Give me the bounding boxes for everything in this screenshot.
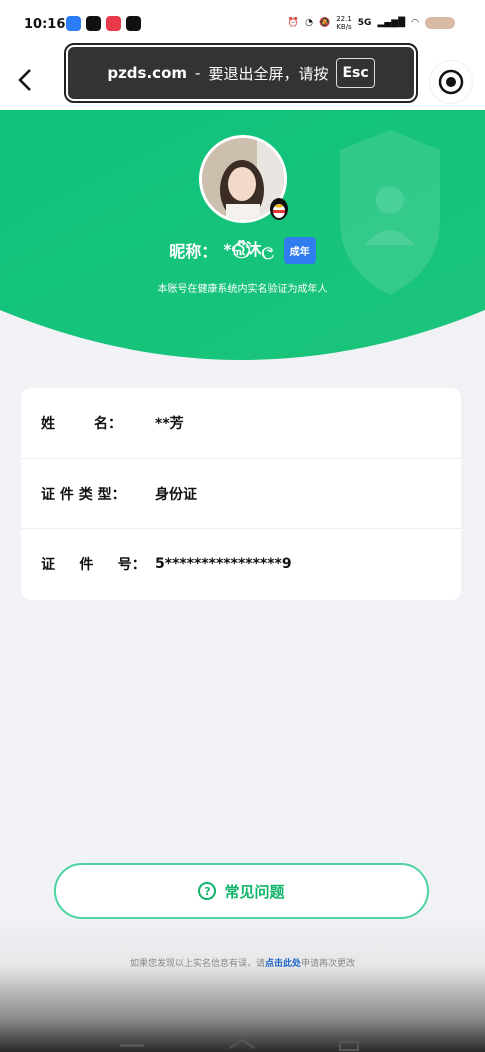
battery-icon: [425, 17, 455, 29]
faq-button[interactable]: ? 常见问题: [54, 863, 429, 919]
net-type: 5G: [357, 18, 372, 28]
toast-message: 要退出全屏，请按: [208, 64, 329, 83]
back-nav-icon[interactable]: [339, 1041, 359, 1051]
verification-text: 本账号在健康系统内实名验证为成年人: [157, 284, 328, 295]
bottom-overlay: [0, 920, 485, 1052]
qq-penguin-icon: [270, 198, 288, 220]
id-number-value: 5****************9: [155, 556, 292, 572]
home-nav-icon[interactable]: [229, 1038, 255, 1049]
id-type-label: 证 件 类 型：: [41, 487, 126, 503]
wifi-icon: ◠: [411, 18, 419, 28]
id-type-value: 身份证: [155, 487, 197, 503]
menu-nav-icon[interactable]: [120, 1044, 144, 1047]
identity-card: 姓 名： **芳 证 件 类 型： 身份证 证 件 号： 5**********…: [21, 388, 461, 600]
nickname-label: 昵称：: [169, 242, 218, 261]
status-app-icons: [66, 16, 141, 31]
target-button[interactable]: [429, 60, 473, 104]
heart-app-icon: [106, 16, 121, 31]
footer-text-before: 如果您发现以上实名信息有误，请: [129, 959, 265, 969]
name-row: 姓 名： **芳: [21, 388, 461, 458]
status-time: 10:16: [24, 17, 66, 32]
system-nav-bar: [120, 1038, 359, 1051]
fullscreen-toast: pzds.com - 要退出全屏，请按 Esc: [64, 43, 418, 103]
signal-icon: ▂▄▆█: [377, 18, 406, 28]
net-speed-unit: KB/s: [336, 23, 352, 31]
nickname: *ଲ⃝ᩚ沐ල: [223, 240, 274, 259]
mute-bell-icon: 🔕: [318, 18, 331, 28]
nickname-row: 昵称： *ଲ⃝ᩚ沐ල 成年: [0, 236, 485, 264]
footer-note: 如果您发现以上实名信息有误，请点击此处申请再次更改: [0, 956, 485, 969]
alarm-icon: ⏰: [287, 18, 300, 28]
footer-text-after: 申请再次更改: [301, 959, 356, 969]
status-bar: 10:16 ⏰ ◔ 🔕 22.1 KB/s 5G ▂▄▆█ ◠: [0, 0, 485, 50]
speedometer-icon: ◔: [305, 18, 313, 28]
name-label: 姓 名：: [41, 416, 122, 432]
toast-site: pzds.com: [107, 64, 188, 82]
back-arrow-icon[interactable]: [14, 64, 38, 96]
net-speed: 22.1 KB/s: [336, 15, 352, 31]
target-icon: [438, 69, 464, 95]
id-number-row: 证 件 号： 5****************9: [21, 528, 461, 599]
adult-badge: 成年: [283, 236, 316, 264]
toast-separator: -: [195, 64, 201, 82]
video-app-icon: [66, 16, 81, 31]
faq-label: 常见问题: [224, 882, 285, 901]
name-value: **芳: [155, 416, 184, 432]
esc-key: Esc: [336, 58, 375, 88]
net-speed-value: 22.1: [336, 15, 352, 23]
tiktok-lite-icon: [126, 16, 141, 31]
footer-link[interactable]: 点击此处: [265, 959, 301, 969]
tiktok-icon: [86, 16, 101, 31]
id-type-row: 证 件 类 型： 身份证: [21, 458, 461, 529]
id-number-label: 证 件 号：: [41, 557, 146, 573]
status-right: ⏰ ◔ 🔕 22.1 KB/s 5G ▂▄▆█ ◠: [288, 15, 455, 31]
question-icon: ?: [198, 882, 217, 900]
